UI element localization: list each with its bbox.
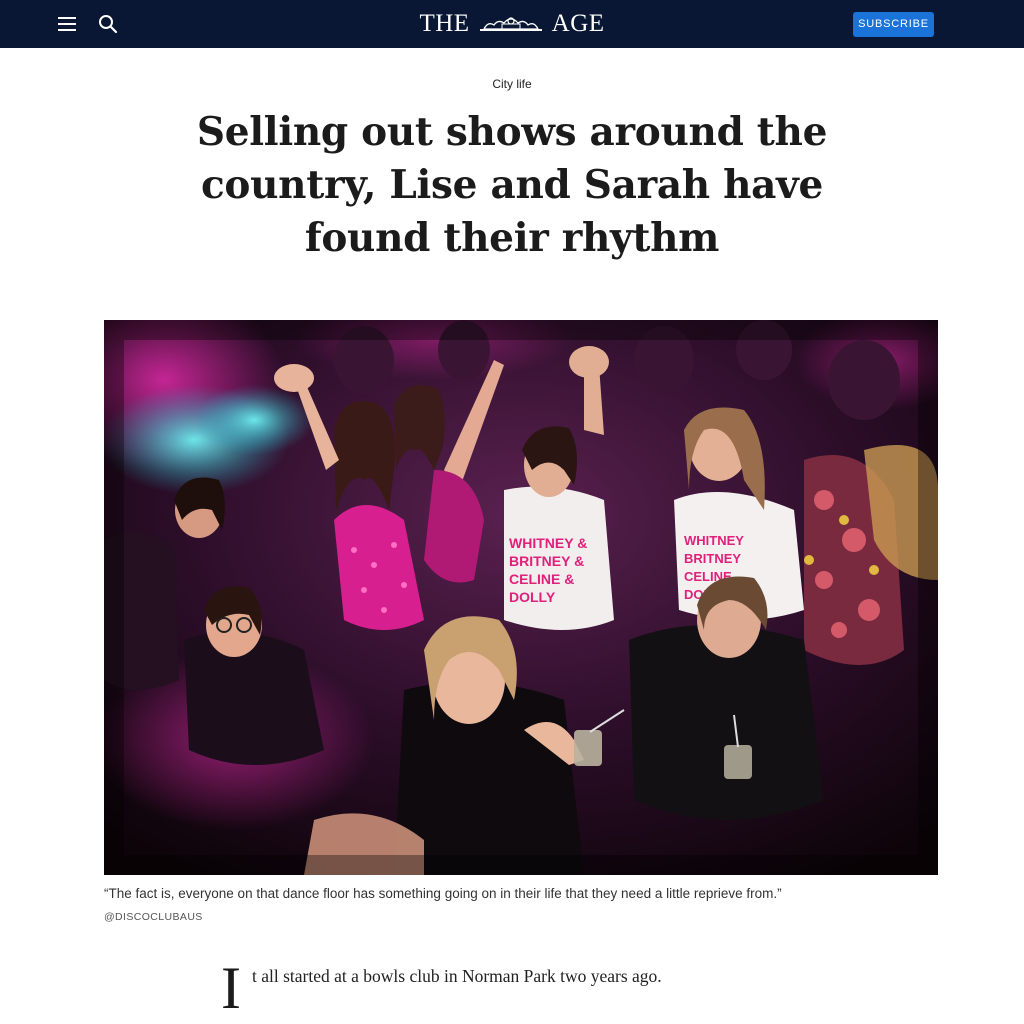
svg-text:BRITNEY: BRITNEY (684, 551, 741, 566)
top-nav-bar: THE AGE SUBSCRIBE (0, 0, 1024, 48)
masthead-age: AGE (551, 10, 605, 37)
shirt-text-line-1: WHITNEY & (509, 535, 587, 551)
drop-cap: I (221, 955, 241, 1021)
article-lede: t all started at a bowls club in Norman … (252, 966, 662, 986)
shirt-text-line-2: BRITNEY & (509, 553, 584, 569)
photo-caption: “The fact is, everyone on that dance flo… (104, 886, 782, 901)
section-kicker[interactable]: City life (0, 77, 1024, 91)
subscribe-button[interactable]: SUBSCRIBE (853, 12, 934, 37)
svg-text:WHITNEY: WHITNEY (684, 533, 744, 548)
article-headline: Selling out shows around the country, Li… (196, 109, 828, 261)
shirt-text-line-4: DOLLY (509, 589, 556, 605)
photo-credit: @DISCOCLUBAUS (104, 911, 203, 923)
masthead-the: THE (419, 10, 470, 37)
shirt-text-line-3: CELINE & (509, 571, 574, 587)
dance-floor-photo: WHITNEY & BRITNEY & CELINE & DOLLY WHITN… (104, 320, 938, 875)
crest-icon (478, 12, 544, 34)
hero-photo: WHITNEY & BRITNEY & CELINE & DOLLY WHITN… (104, 320, 938, 875)
